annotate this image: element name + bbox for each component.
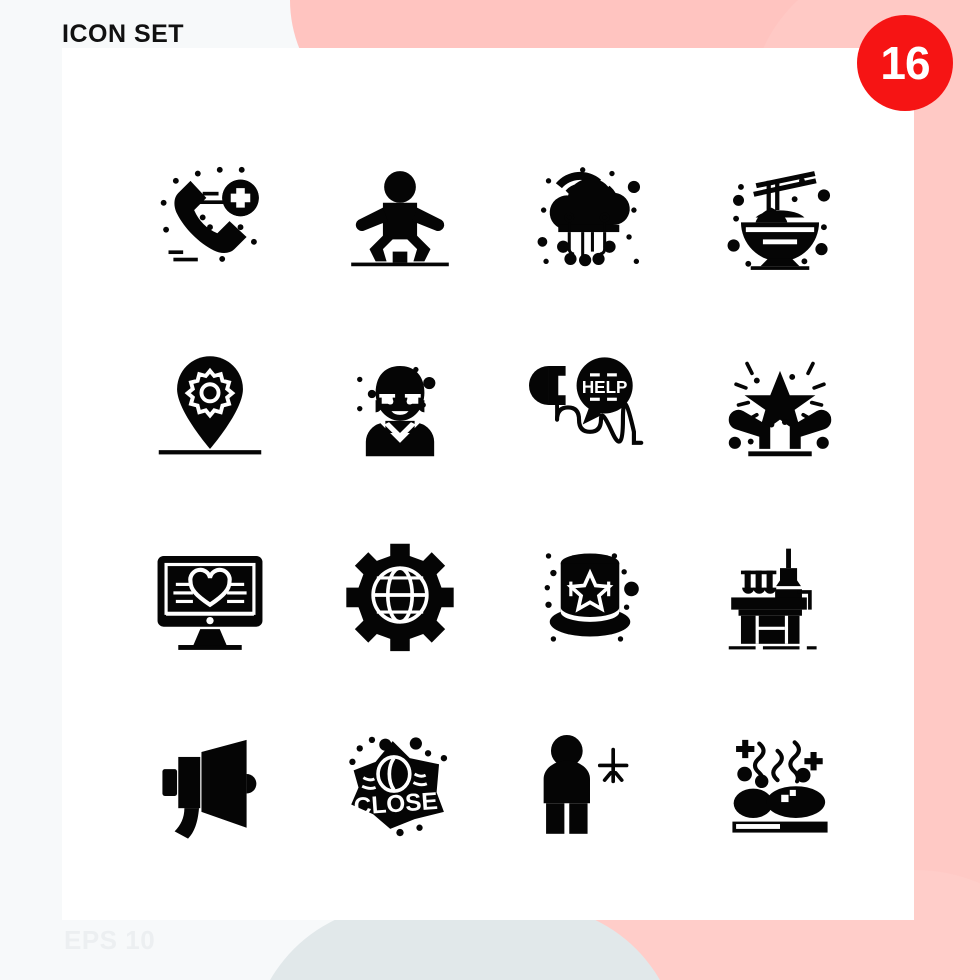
eps-version-label: EPS 10 [64, 925, 156, 955]
icon-cell-hot-stones[interactable] [685, 690, 875, 880]
star-top-hat-icon [544, 553, 639, 642]
hands-star-icon [728, 361, 832, 457]
icon-set-canvas: ICON SET 16 HELP CLOSE EPS 10 [0, 0, 980, 980]
icon-cell-cloud-network[interactable] [495, 120, 685, 310]
help-phone-icon: HELP [529, 357, 644, 445]
icon-count-value: 16 [880, 37, 930, 89]
icon-cell-monitor-heart[interactable] [115, 500, 305, 690]
icon-cell-help-phone[interactable]: HELP [495, 310, 685, 500]
close-sign-icon: CLOSE [349, 736, 448, 837]
megaphone-icon [162, 739, 257, 839]
hot-stones-icon [732, 739, 828, 833]
icon-cell-squat-exercise[interactable] [305, 120, 495, 310]
location-settings-icon [158, 356, 262, 455]
squat-exercise-icon [351, 171, 449, 267]
icon-cell-person-standing[interactable] [495, 690, 685, 880]
help-bubble-text: HELP [582, 378, 628, 397]
icon-cell-star-top-hat[interactable] [495, 500, 685, 690]
icon-cell-megaphone[interactable] [115, 690, 305, 880]
add-call-icon [160, 166, 259, 262]
page-title: ICON SET [62, 20, 185, 48]
lab-bench-icon [728, 548, 817, 650]
icon-cell-hands-star[interactable] [685, 310, 875, 500]
icon-cell-noodle-bowl[interactable] [685, 120, 875, 310]
noodle-bowl-icon [727, 171, 831, 270]
cloud-network-icon [537, 167, 641, 267]
monitor-heart-icon [157, 555, 263, 650]
icon-cell-lab-bench[interactable] [685, 500, 875, 690]
icon-grid: HELP CLOSE [115, 120, 875, 880]
globe-gear-icon [346, 543, 454, 652]
icon-cell-add-call[interactable] [115, 120, 305, 310]
icon-cell-close-sign[interactable]: CLOSE [305, 690, 495, 880]
person-standing-icon [543, 734, 629, 834]
icon-cell-student-avatar[interactable] [305, 310, 495, 500]
icon-cell-location-settings[interactable] [115, 310, 305, 500]
icon-count-badge: 16 [857, 15, 953, 111]
icon-cell-globe-gear[interactable] [305, 500, 495, 690]
student-avatar-icon [357, 365, 436, 457]
